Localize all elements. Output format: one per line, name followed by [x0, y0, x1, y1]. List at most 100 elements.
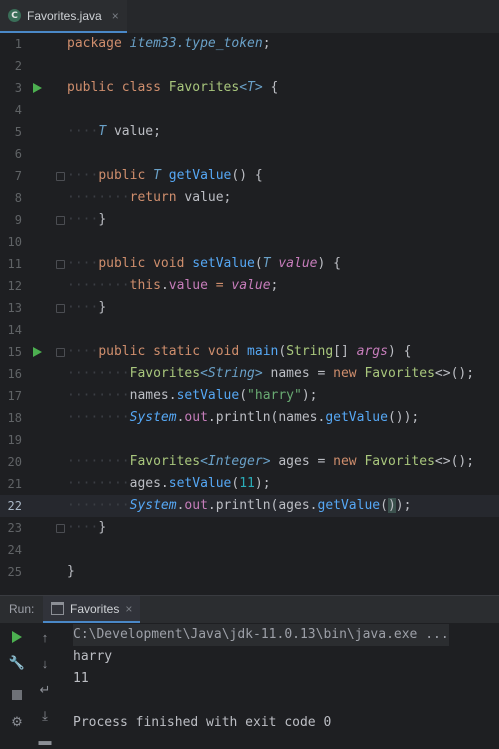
- scroll-to-end-icon: ⤓: [42, 708, 48, 723]
- line-number: 13: [7, 301, 22, 315]
- code-line: 13 ····}: [0, 297, 499, 319]
- line-number: 23: [7, 521, 22, 535]
- code-line: 23 ····}: [0, 517, 499, 539]
- code-line: 9 ····}: [0, 209, 499, 231]
- line-number: 2: [14, 59, 22, 73]
- code-text: ········names.setValue("harry");: [67, 388, 318, 403]
- soft-wrap-button[interactable]: ↵: [36, 681, 54, 699]
- code-line: 2: [0, 55, 499, 77]
- line-number: 19: [7, 433, 22, 447]
- code-text: ····public T getValue() {: [67, 168, 263, 183]
- code-text: ········System.out.println(ages.getValue…: [67, 498, 412, 513]
- arrow-down-icon: ↓: [41, 655, 49, 671]
- java-class-icon: C: [8, 9, 21, 22]
- fold-icon[interactable]: [56, 524, 65, 533]
- settings-button[interactable]: ⚙: [8, 713, 26, 731]
- run-class-gutter-icon[interactable]: [33, 83, 42, 93]
- code-text: ········System.out.println(names.getValu…: [67, 410, 420, 425]
- code-line: 14: [0, 319, 499, 341]
- code-line: 24: [0, 539, 499, 561]
- code-line: 6: [0, 143, 499, 165]
- code-line: 12 ········this.value = value;: [0, 275, 499, 297]
- tab-label: Favorites.java: [27, 8, 102, 23]
- line-number: 21: [7, 477, 22, 491]
- matched-paren-highlight: ): [387, 498, 396, 513]
- soft-wrap-icon: ↵: [39, 682, 51, 697]
- run-config-icon: [51, 602, 64, 615]
- run-main-gutter-icon[interactable]: [33, 347, 42, 357]
- print-button[interactable]: ▬: [36, 731, 54, 749]
- line-number: 11: [7, 257, 22, 271]
- console-output-line: 11: [73, 671, 89, 686]
- modify-config-button[interactable]: 🔧: [8, 654, 26, 672]
- code-line: 5 ····T value;: [0, 121, 499, 143]
- line-number: 22: [7, 499, 22, 513]
- fold-icon[interactable]: [56, 216, 65, 225]
- fold-icon[interactable]: [56, 348, 65, 357]
- code-line: 16 ········Favorites<String> names = new…: [0, 363, 499, 385]
- code-line: 10: [0, 231, 499, 253]
- line-number: 4: [14, 103, 22, 117]
- scroll-up-button[interactable]: ↑: [36, 628, 54, 646]
- run-console[interactable]: ↑ 🔧 ↓ ↵ ⚙ ⤓ ▬ C:\Development\Java\jdk-11…: [0, 623, 499, 748]
- code-line: 4: [0, 99, 499, 121]
- code-line: 8 ········return value;: [0, 187, 499, 209]
- line-number: 14: [7, 323, 22, 337]
- line-number: 25: [7, 565, 22, 579]
- wrench-icon: 🔧: [8, 655, 26, 670]
- line-number: 1: [14, 37, 22, 51]
- line-number: 8: [14, 191, 22, 205]
- code-text: package item33.type_token;: [67, 36, 271, 51]
- console-output-line: harry: [73, 649, 113, 664]
- editor-tab-bar: C Favorites.java ×: [0, 0, 499, 33]
- editor-tab-favorites[interactable]: C Favorites.java ×: [0, 0, 127, 33]
- code-text: ····T value;: [67, 124, 161, 139]
- code-text: ····}: [67, 212, 107, 227]
- code-editor[interactable]: 1 package item33.type_token; 2 3 public …: [0, 33, 499, 595]
- code-line: 18 ········System.out.println(names.getV…: [0, 407, 499, 429]
- gear-icon: ⚙: [11, 714, 23, 729]
- run-config-tab[interactable]: Favorites ×: [43, 596, 141, 623]
- rerun-button[interactable]: [8, 628, 26, 646]
- line-number: 12: [7, 279, 22, 293]
- scroll-to-end-button[interactable]: ⤓: [36, 707, 54, 725]
- line-number: 20: [7, 455, 22, 469]
- code-text: ········Favorites<String> names = new Fa…: [67, 366, 475, 381]
- scroll-down-button[interactable]: ↓: [36, 654, 54, 672]
- code-text: ········return value;: [67, 190, 232, 205]
- code-line: 20 ········Favorites<Integer> ages = new…: [0, 451, 499, 473]
- line-number: 24: [7, 543, 22, 557]
- run-label: Run:: [9, 602, 35, 616]
- code-text: ····}: [67, 300, 107, 315]
- code-line: 19: [0, 429, 499, 451]
- console-toolbar: ↑ 🔧 ↓ ↵ ⚙ ⤓ ▬: [0, 623, 64, 748]
- line-number: 18: [7, 411, 22, 425]
- code-line: 7 ····public T getValue() {: [0, 165, 499, 187]
- stop-button[interactable]: [8, 686, 26, 704]
- console-exit-line: Process finished with exit code 0: [73, 715, 332, 730]
- line-number: 17: [7, 389, 22, 403]
- fold-icon[interactable]: [56, 172, 65, 181]
- fold-icon[interactable]: [56, 260, 65, 269]
- line-number: 5: [14, 125, 22, 139]
- printer-icon: ▬: [38, 732, 52, 748]
- line-number: 16: [7, 367, 22, 381]
- code-text: ····}: [67, 520, 107, 535]
- code-text: ····public void setValue(T value) {: [67, 256, 341, 271]
- line-number: 15: [7, 345, 22, 359]
- code-text: ········Favorites<Integer> ages = new Fa…: [67, 454, 475, 469]
- close-tab-icon[interactable]: ×: [112, 9, 119, 23]
- fold-icon[interactable]: [56, 304, 65, 313]
- code-line: 15 ····public static void main(String[] …: [0, 341, 499, 363]
- ide-window: C Favorites.java × 1 package item33.type…: [0, 0, 499, 748]
- line-number: 7: [14, 169, 22, 183]
- code-line: 25 }: [0, 561, 499, 583]
- code-line: 11 ····public void setValue(T value) {: [0, 253, 499, 275]
- stop-icon: [12, 690, 22, 700]
- run-config-label: Favorites: [70, 601, 120, 616]
- arrow-up-icon: ↑: [41, 629, 49, 645]
- line-number: 9: [14, 213, 22, 227]
- code-line: 1 package item33.type_token;: [0, 33, 499, 55]
- close-run-tab-icon[interactable]: ×: [125, 602, 132, 616]
- play-icon: [12, 631, 22, 643]
